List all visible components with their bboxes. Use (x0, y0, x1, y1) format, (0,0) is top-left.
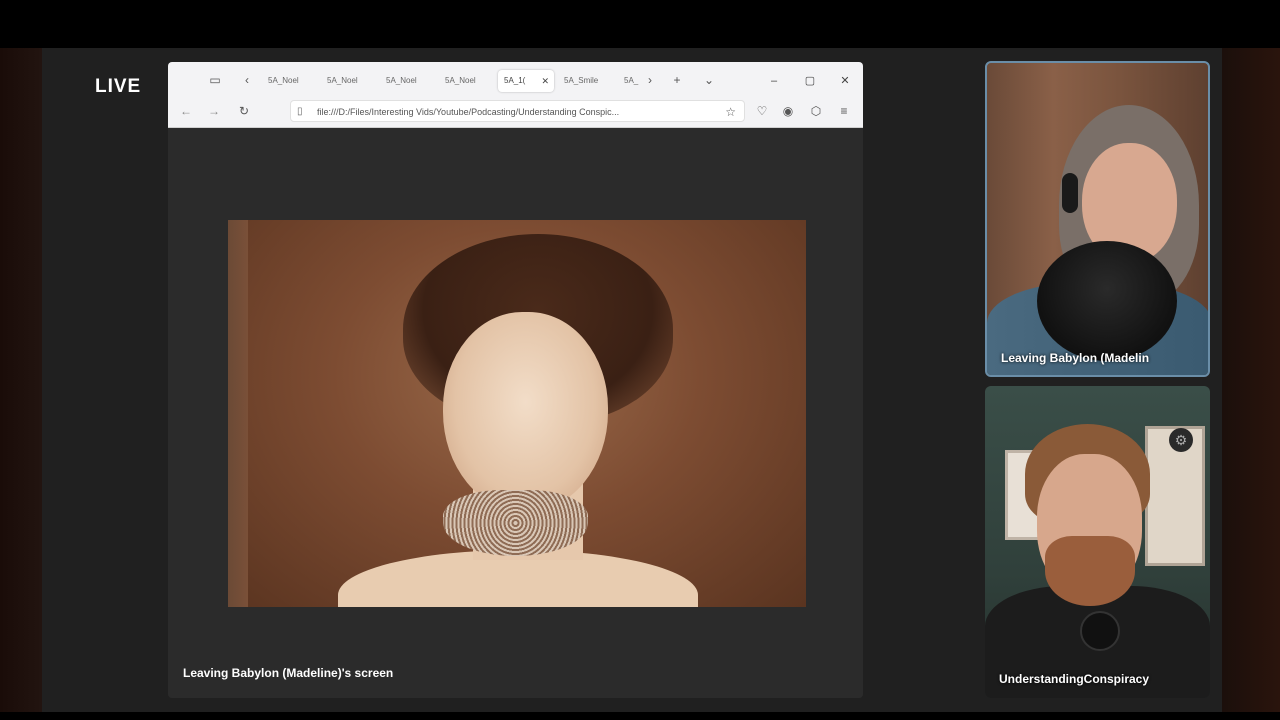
browser-tab[interactable]: 5A_Noel (439, 70, 495, 92)
browser-tab[interactable]: 5A_Noel (262, 70, 318, 92)
screen-share-caption: Leaving Babylon (Madeline)'s screen (183, 666, 394, 680)
browser-tab[interactable]: 5A_Smile (558, 70, 614, 92)
shared-screen-panel: ▭ ‹ 5A_Noel 5A_Noel 5A_Noel 5A_Noel 5A_1… (168, 62, 863, 698)
browser-tab-active[interactable]: 5A_1( ✕ (498, 70, 554, 92)
reload-icon[interactable]: ↻ (234, 100, 254, 122)
browser-tab[interactable]: 5A_Noel (321, 70, 377, 92)
tab-bar: ▭ ‹ 5A_Noel 5A_Noel 5A_Noel 5A_Noel 5A_1… (168, 66, 863, 94)
portrait-choker-necklace (443, 490, 588, 556)
navigation-bar: ← → ↻ ▯ file:///D:/Files/Interesting Vid… (168, 96, 863, 126)
maximize-icon[interactable]: ▢ (800, 70, 820, 92)
account-icon[interactable]: ◉ (778, 100, 798, 122)
participant-beard (1045, 536, 1135, 606)
photo-torn-edge (228, 220, 248, 607)
participant-name: Leaving Babylon (Madelin (1001, 351, 1150, 365)
extensions-icon[interactable]: ⬡ (806, 100, 826, 122)
file-icon: ▯ (297, 106, 303, 117)
close-window-icon[interactable]: ✕ (835, 70, 855, 92)
tab-overview-icon[interactable]: ▭ (206, 66, 224, 94)
forward-arrow-icon[interactable]: → (204, 100, 224, 122)
browser-window-chrome: ▭ ‹ 5A_Noel 5A_Noel 5A_Noel 5A_Noel 5A_1… (168, 62, 863, 128)
live-badge: LIVE (95, 76, 142, 97)
plus-icon[interactable]: + (668, 66, 686, 94)
shield-icon[interactable]: ♡ (752, 100, 772, 122)
tab-label: 5A_ (624, 76, 639, 85)
vintage-portrait-image (228, 220, 806, 607)
address-bar[interactable]: ▯ file:///D:/Files/Interesting Vids/Yout… (290, 100, 745, 122)
back-arrow-icon[interactable]: ← (176, 100, 196, 122)
chevron-down-icon[interactable]: ⌄ (700, 66, 718, 94)
close-icon[interactable]: ✕ (541, 70, 549, 92)
top-letterbox (0, 0, 1280, 48)
browser-viewport (168, 128, 863, 698)
url-text: file:///D:/Files/Interesting Vids/Youtub… (317, 107, 620, 117)
tab-label: 5A_Smile (564, 76, 599, 85)
participant-tile-understandingconspiracy[interactable]: ⚙ UnderstandingConspiracy (985, 386, 1210, 698)
star-icon[interactable]: ☆ (725, 101, 736, 123)
tab-label: 5A_Noel (445, 76, 476, 85)
participant-tile-madeline[interactable]: Leaving Babylon (Madelin (985, 61, 1210, 377)
portrait-face (443, 312, 608, 512)
headphone-icon (1062, 173, 1078, 213)
right-margin (1222, 48, 1280, 712)
microphone-icon (1037, 241, 1177, 361)
tab-label: 5A_Noel (386, 76, 417, 85)
tab-label: 5A_Noel (327, 76, 358, 85)
chevron-left-icon[interactable]: ‹ (238, 66, 256, 94)
tab-label: 5A_1( (504, 76, 526, 85)
gear-icon[interactable]: ⚙ (1169, 428, 1193, 452)
menu-icon[interactable]: ≡ (834, 100, 854, 122)
minimize-icon[interactable]: – (764, 70, 784, 92)
chevron-right-icon[interactable]: › (641, 66, 659, 94)
participant-name: UnderstandingConspiracy (999, 672, 1150, 686)
browser-tab[interactable]: 5A_Noel (380, 70, 436, 92)
left-margin (0, 48, 42, 712)
tab-label: 5A_Noel (268, 76, 299, 85)
microphone-icon (1080, 611, 1120, 651)
bottom-letterbox (0, 712, 1280, 720)
